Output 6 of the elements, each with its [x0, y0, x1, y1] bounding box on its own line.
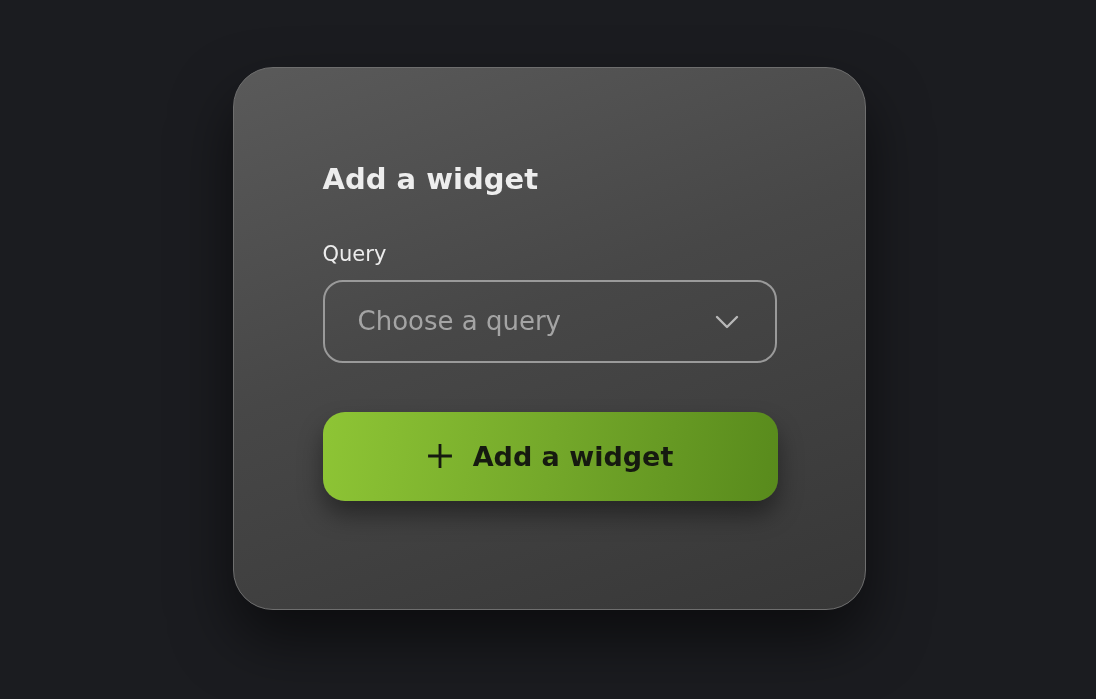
field-label: Query — [322, 240, 387, 268]
plus-icon — [426, 443, 453, 469]
card-title: Add a widget — [322, 160, 538, 198]
query-dropdown[interactable]: Choose a query — [322, 279, 777, 363]
chevron-down-icon — [714, 314, 739, 329]
add-widget-button[interactable]: Add a widget — [322, 411, 778, 501]
